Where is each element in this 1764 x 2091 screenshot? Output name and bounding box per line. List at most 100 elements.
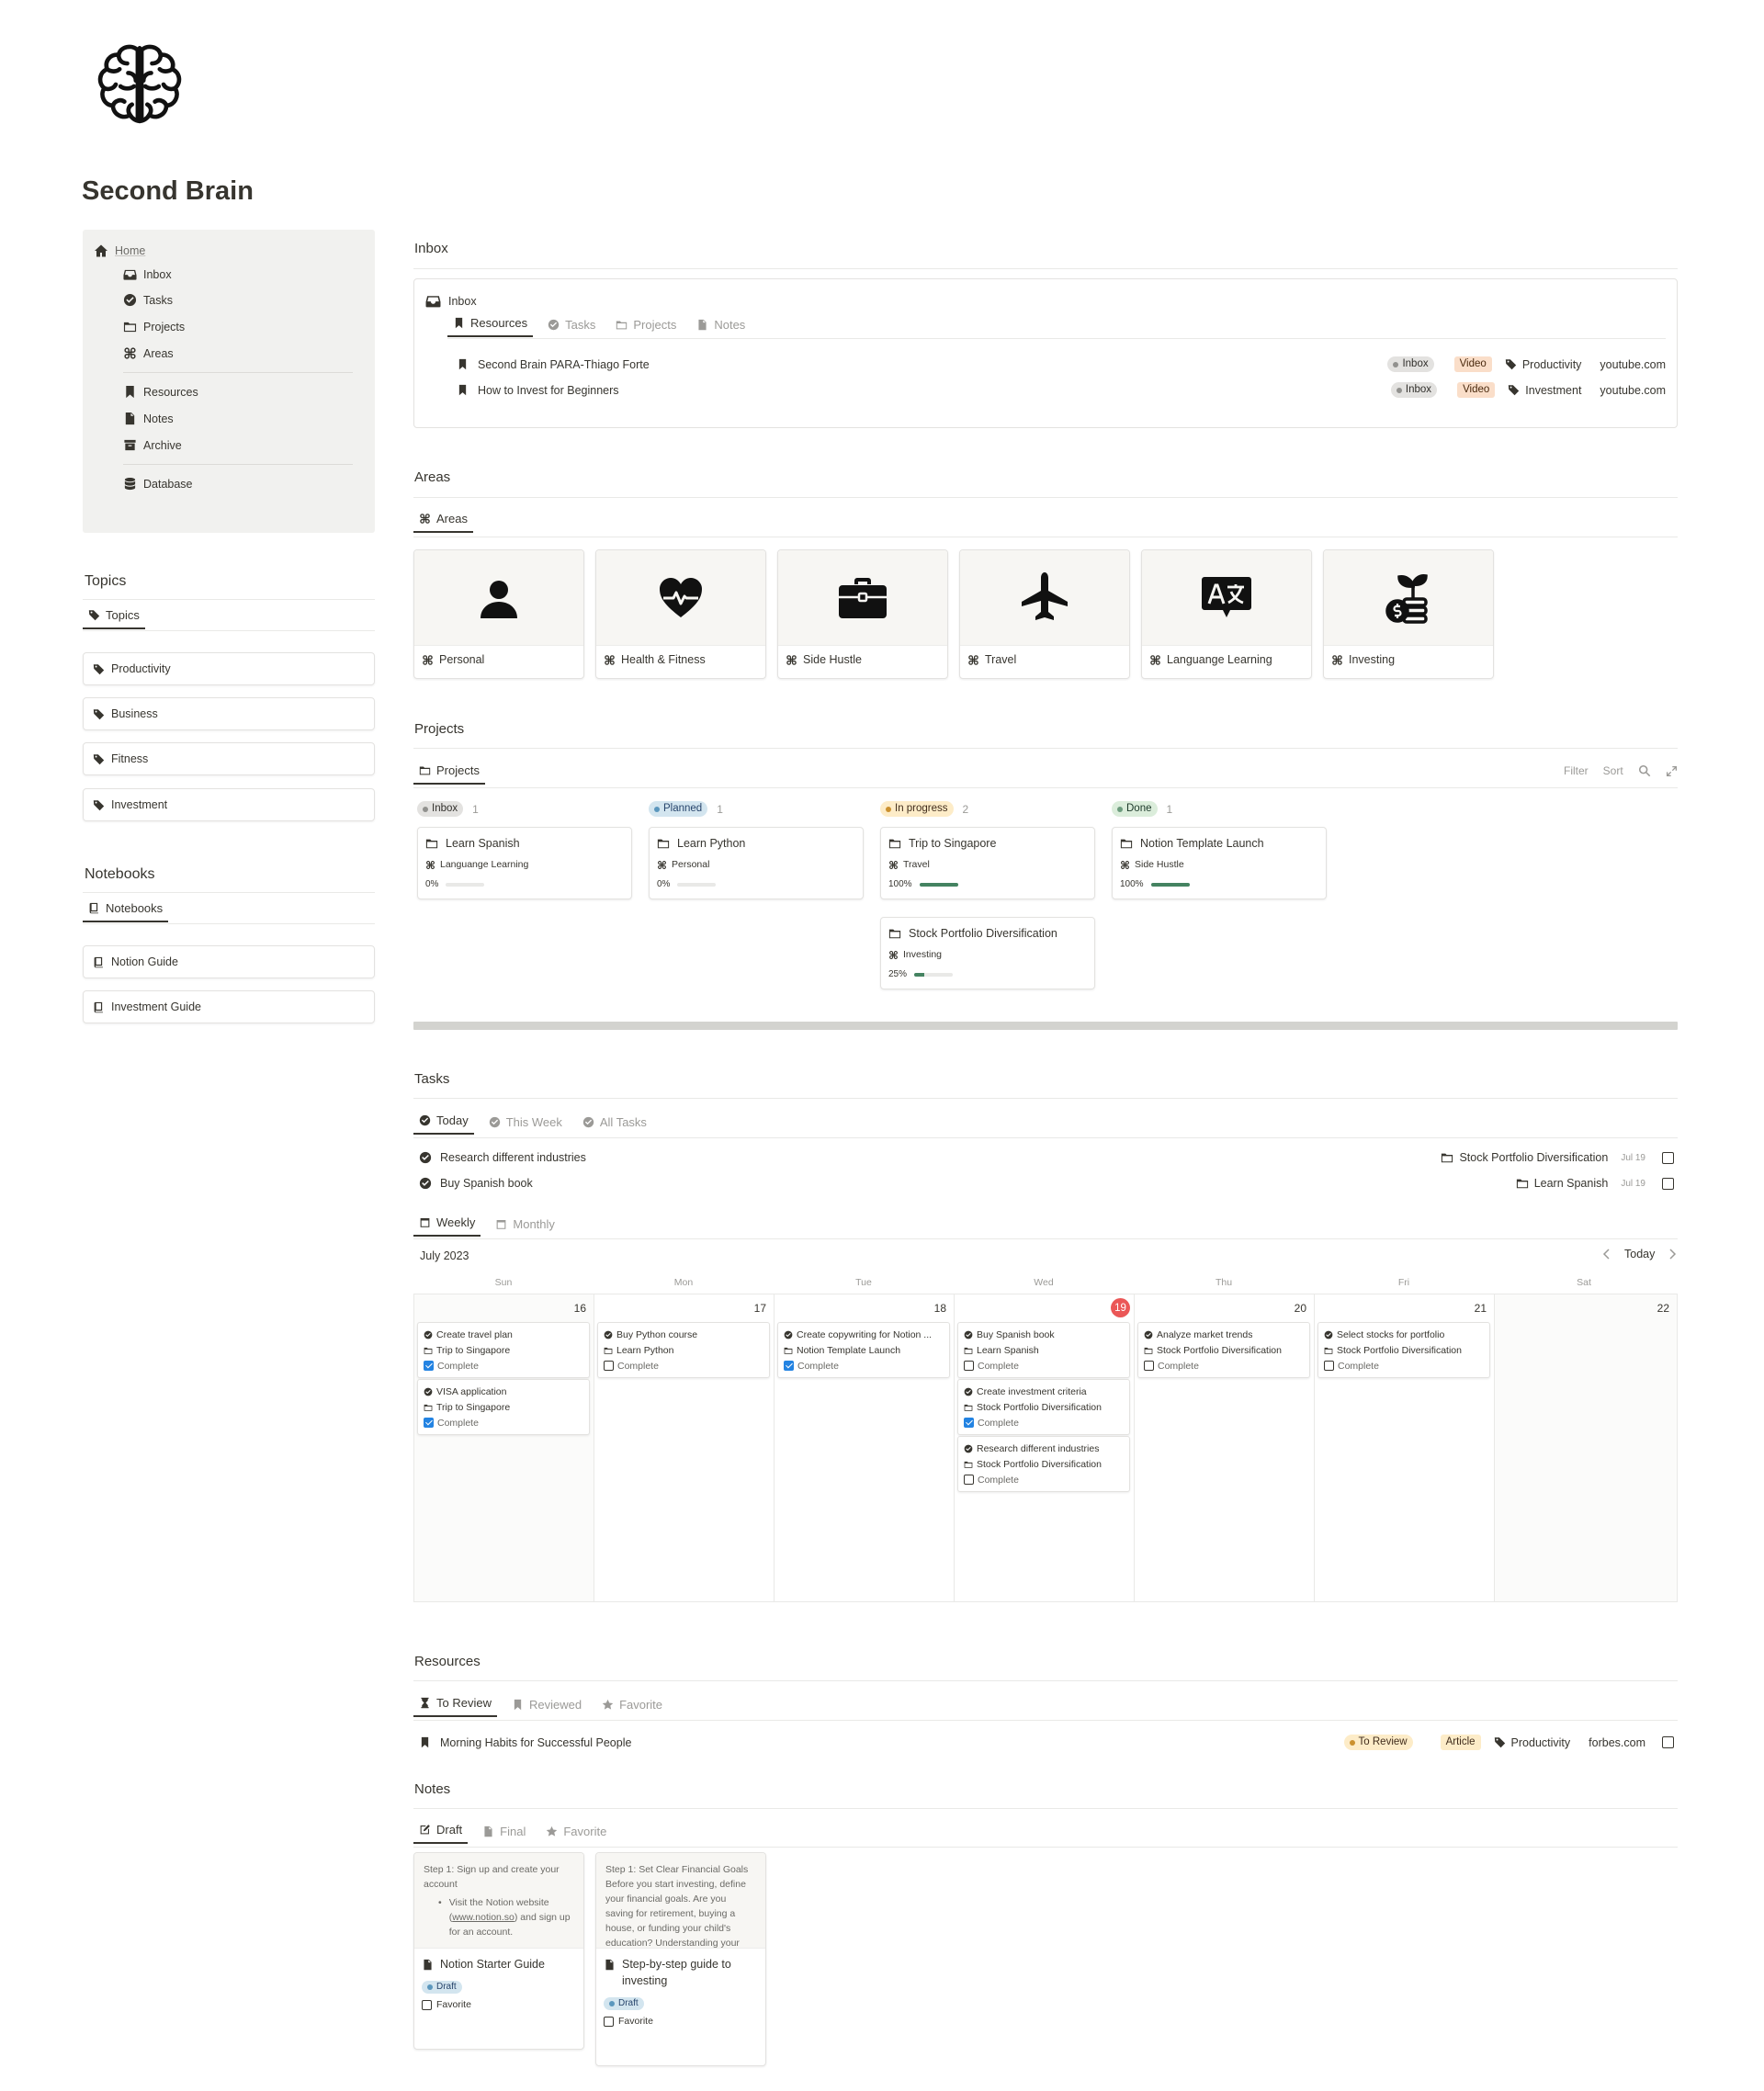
sidebar-item-inbox[interactable]: Inbox (123, 267, 172, 281)
sidebar-item-projects[interactable]: Projects (123, 320, 185, 333)
calendar-event[interactable]: VISA application Trip to Singapore Compl… (417, 1379, 590, 1435)
chevron-left-icon[interactable] (1602, 1249, 1611, 1260)
notebook-link-investment-guide[interactable]: Investment Guide (83, 990, 375, 1023)
tab-monthly[interactable]: Monthly (490, 1217, 560, 1237)
complete-checkbox[interactable] (1324, 1361, 1334, 1371)
project-card[interactable]: Notion Template Launch Side Hustle 100% (1112, 827, 1327, 899)
topic-link-investment[interactable]: Investment (83, 788, 375, 821)
tab-resources[interactable]: Resources (447, 316, 534, 337)
favorite-checkbox[interactable] (422, 1999, 432, 2010)
calendar-day[interactable]: 17 Buy Python course Learn Python Comple… (594, 1294, 775, 1601)
tab-notes[interactable]: Notes (691, 318, 751, 337)
tab-all-tasks[interactable]: All Tasks (577, 1115, 652, 1135)
favorite-checkbox[interactable] (1662, 1736, 1674, 1748)
task-title[interactable]: Buy Spanish book (440, 1177, 533, 1190)
url-link[interactable]: youtube.com (1600, 358, 1666, 371)
sidebar-item-tasks[interactable]: Tasks (123, 293, 173, 307)
calendar-event[interactable]: Research different industries Stock Port… (957, 1436, 1130, 1492)
calendar-day-today[interactable]: 19 Buy Spanish book Learn Spanish Comple… (955, 1294, 1135, 1601)
calendar-event[interactable]: Create investment criteria Stock Portfol… (957, 1379, 1130, 1435)
resource-title[interactable]: Second Brain PARA-Thiago Forte (478, 358, 650, 371)
tab-this-week[interactable]: This Week (483, 1115, 568, 1135)
tab-tasks[interactable]: Tasks (542, 318, 601, 337)
tab-today[interactable]: Today (413, 1113, 474, 1135)
sidebar-item-notes[interactable]: Notes (123, 412, 174, 425)
complete-checkbox[interactable] (604, 1361, 614, 1371)
area-card-health-fitness[interactable]: Health & Fitness (595, 549, 766, 679)
calendar-event[interactable]: Buy Python course Learn Python Complete (597, 1322, 770, 1378)
calendar-event[interactable]: Buy Spanish book Learn Spanish Complete (957, 1322, 1130, 1378)
tab-favorite[interactable]: Favorite (596, 1698, 668, 1717)
project-card[interactable]: Learn Spanish Languange Learning 0% (417, 827, 632, 899)
area-card-side-hustle[interactable]: Side Hustle (777, 549, 948, 679)
task-row[interactable]: Buy Spanish book Learn Spanish Jul 19 (419, 1177, 1674, 1190)
topic-link-business[interactable]: Business (83, 697, 375, 730)
search-icon[interactable] (1638, 764, 1651, 777)
task-checkbox[interactable] (1662, 1151, 1674, 1164)
resource-title[interactable]: Morning Habits for Successful People (440, 1736, 631, 1749)
favorite-checkbox[interactable] (604, 2016, 614, 2027)
area-card-travel[interactable]: Travel (959, 549, 1130, 679)
tab-reviewed[interactable]: Reviewed (506, 1698, 587, 1717)
project-card[interactable]: Stock Portfolio Diversification Investin… (880, 917, 1095, 989)
tab-notebooks[interactable]: Notebooks (83, 901, 169, 922)
area-card-language-learning[interactable]: Languange Learning (1141, 549, 1312, 679)
tab-projects[interactable]: Projects (610, 318, 682, 337)
calendar-day[interactable]: 21 Select stocks for portfolio Stock Por… (1315, 1294, 1495, 1601)
preview-link[interactable]: www.notion.so (452, 1912, 514, 1923)
task-checkbox[interactable] (1662, 1177, 1674, 1190)
complete-checkbox[interactable] (784, 1361, 794, 1371)
topic-link-fitness[interactable]: Fitness (83, 742, 375, 775)
task-project-link[interactable]: Learn Spanish (1534, 1177, 1609, 1190)
notebook-link-notion-guide[interactable]: Notion Guide (83, 945, 375, 978)
calendar-day[interactable]: 16 Create travel plan Trip to Singapore … (414, 1294, 594, 1601)
tab-draft[interactable]: Draft (413, 1823, 469, 1844)
table-row[interactable]: Morning Habits for Successful People To … (419, 1735, 1674, 1750)
task-project-link[interactable]: Stock Portfolio Diversification (1459, 1151, 1608, 1164)
note-card[interactable]: Step 1: Sign up and create your account … (413, 1852, 584, 2050)
area-card-personal[interactable]: Personal (413, 549, 584, 679)
calendar-day[interactable]: 20 Analyze market trends Stock Portfolio… (1135, 1294, 1315, 1601)
sidebar-item-resources[interactable]: Resources (123, 385, 198, 399)
tab-areas[interactable]: Areas (413, 512, 473, 533)
project-card[interactable]: Learn Python Personal 0% (649, 827, 864, 899)
complete-checkbox[interactable] (964, 1361, 974, 1371)
note-card[interactable]: Step 1: Set Clear Financial Goals Before… (595, 1852, 766, 2066)
tab-topics[interactable]: Topics (83, 608, 145, 629)
calendar-event[interactable]: Select stocks for portfolio Stock Portfo… (1317, 1322, 1490, 1378)
complete-checkbox[interactable] (424, 1361, 434, 1371)
sidebar-item-areas[interactable]: Areas (123, 346, 174, 360)
topic-link[interactable]: Productivity (1522, 358, 1582, 371)
chevron-right-icon[interactable] (1668, 1249, 1677, 1260)
task-title[interactable]: Research different industries (440, 1151, 586, 1164)
tab-projects[interactable]: Projects (413, 763, 485, 785)
area-card-investing[interactable]: Investing (1323, 549, 1494, 679)
complete-checkbox[interactable] (1144, 1361, 1154, 1371)
calendar-event[interactable]: Create travel plan Trip to Singapore Com… (417, 1322, 590, 1378)
tab-favorite[interactable]: Favorite (540, 1825, 612, 1844)
tab-weekly[interactable]: Weekly (413, 1215, 481, 1237)
topic-link[interactable]: Investment (1525, 384, 1581, 397)
task-row[interactable]: Research different industries Stock Port… (419, 1151, 1674, 1164)
complete-checkbox[interactable] (424, 1418, 434, 1428)
calendar-event[interactable]: Create copywriting for Notion ... Notion… (777, 1322, 950, 1378)
today-button[interactable]: Today (1624, 1248, 1655, 1260)
url-link[interactable]: forbes.com (1589, 1736, 1645, 1749)
sidebar-item-home[interactable]: Home (94, 243, 145, 258)
resource-title[interactable]: How to Invest for Beginners (478, 384, 619, 397)
complete-checkbox[interactable] (964, 1475, 974, 1485)
tab-to-review[interactable]: To Review (413, 1696, 497, 1717)
calendar-day[interactable]: 22 (1495, 1294, 1678, 1601)
calendar-day[interactable]: 18 Create copywriting for Notion ... Not… (775, 1294, 955, 1601)
sort-button[interactable]: Sort (1603, 764, 1623, 777)
horizontal-scrollbar[interactable] (413, 1022, 1678, 1030)
tab-final[interactable]: Final (477, 1825, 531, 1844)
table-row[interactable]: Second Brain PARA-Thiago Forte Inbox Vid… (457, 356, 1666, 372)
project-card[interactable]: Trip to Singapore Travel 100% (880, 827, 1095, 899)
topic-link-productivity[interactable]: Productivity (83, 652, 375, 685)
topic-link[interactable]: Productivity (1511, 1736, 1571, 1749)
sidebar-item-database[interactable]: Database (123, 477, 193, 491)
complete-checkbox[interactable] (964, 1418, 974, 1428)
filter-button[interactable]: Filter (1564, 764, 1589, 777)
table-row[interactable]: How to Invest for Beginners Inbox Video … (457, 382, 1666, 398)
